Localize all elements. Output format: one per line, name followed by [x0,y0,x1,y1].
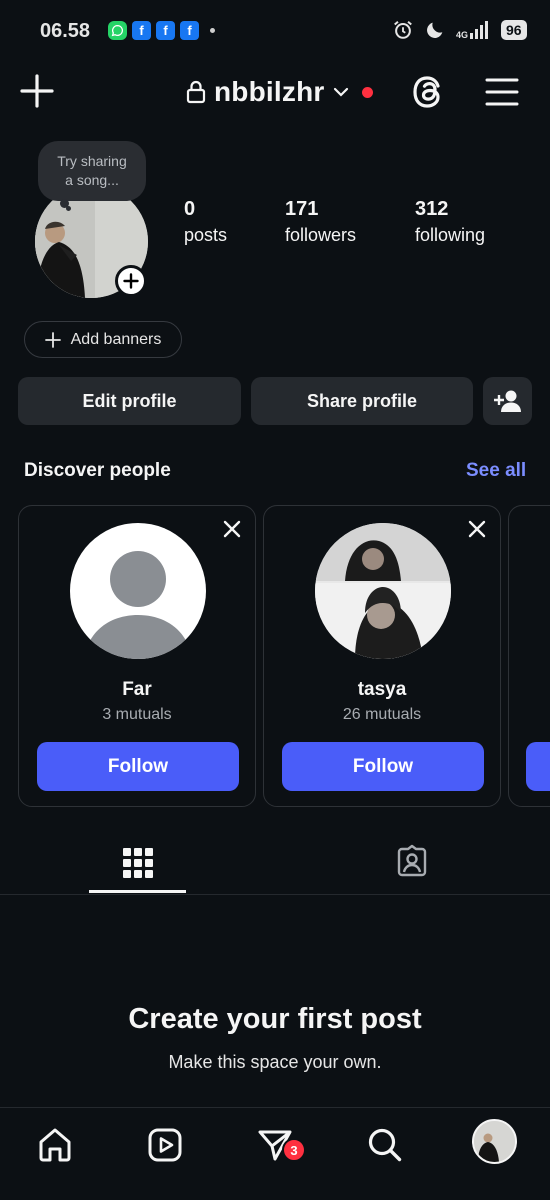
lock-icon [186,80,206,104]
notification-icons: f f f [108,21,215,40]
threads-button[interactable] [408,72,448,112]
network-type-label: 4G [456,30,469,40]
following-label: following [415,225,486,245]
suggestion-card-partial[interactable] [508,505,550,807]
follow-button[interactable]: Follow [37,742,239,791]
suggestion-mutuals: 26 mutuals [342,706,422,723]
followers-stat[interactable]: 171 followers [285,198,356,246]
plus-icon [20,74,54,108]
default-avatar-icon [70,523,206,659]
share-profile-button[interactable]: Share profile [251,377,473,425]
facebook-icon: f [180,21,199,40]
alarm-icon [394,20,412,39]
suggestion-photo [315,523,451,659]
plus-icon [123,273,139,289]
menu-button[interactable] [484,74,520,110]
add-banners-label: Add banners [70,330,162,348]
battery-indicator: 96 [501,20,527,40]
hamburger-menu-icon [485,78,519,106]
bottom-nav [0,1108,550,1200]
profile-photo-small [474,1121,515,1162]
tabs-divider [0,894,550,895]
following-stat[interactable]: 312 following [415,198,485,246]
suggestion-avatar[interactable] [70,523,206,659]
suggestion-name: tasya [357,679,407,700]
tagged-person-icon [397,844,426,877]
suggestion-name: Far [122,679,152,700]
plus-icon [44,331,61,348]
unread-indicator-dot [362,86,374,98]
note-bubble[interactable]: Try sharing a song... [38,141,146,201]
facebook-icon: f [132,21,151,40]
empty-state-title: Create your first post [128,1003,422,1035]
home-icon [39,1128,71,1162]
suggestion-card[interactable]: Far 3 mutuals Follow [18,505,256,807]
tab-tagged[interactable] [363,833,460,889]
posts-count: 0 [184,198,196,220]
note-bubble-tail [66,206,71,211]
chevron-down-icon [334,87,349,97]
suggestion-card[interactable]: tasya 26 mutuals Follow [263,505,501,807]
posts-stat[interactable]: 0 posts [184,198,227,246]
close-icon[interactable] [223,520,241,538]
close-icon[interactable] [468,520,486,538]
threads-icon [413,76,440,108]
suggestion-mutuals: 3 mutuals [102,706,172,723]
grid-icon [122,848,153,878]
suggestion-avatar[interactable] [315,523,451,659]
system-icons: 4G 96 [392,19,527,41]
account-switcher[interactable]: nbbilzhr [186,74,374,110]
whatsapp-icon [108,21,127,40]
discover-people-title: Discover people [24,460,171,481]
followers-label: followers [285,225,357,245]
new-post-button[interactable] [18,72,56,110]
messages-badge: 3 [282,1138,306,1162]
status-time: 06.58 [40,20,91,42]
tab-posts-grid[interactable] [89,833,186,893]
signal-icon [470,21,489,39]
search-icon [368,1128,402,1162]
active-tab-indicator [89,890,186,893]
followers-count: 171 [285,198,319,220]
note-prompt-text: Try sharing a song... [57,153,127,188]
nav-search[interactable] [362,1122,408,1168]
follow-button-partial[interactable] [526,742,550,791]
following-count: 312 [415,198,449,220]
follow-button[interactable]: Follow [282,742,484,791]
empty-state-subtitle: Make this space your own. [168,1052,382,1072]
status-bar: 06.58 f f f 4G 96 [0,0,550,62]
posts-label: posts [184,225,228,245]
add-person-icon [493,390,521,412]
nav-reels[interactable] [142,1122,188,1168]
nav-profile-avatar[interactable] [472,1119,517,1164]
add-story-button[interactable] [115,265,147,297]
reels-icon [148,1128,182,1162]
username: nbbilzhr [214,76,325,107]
edit-profile-button[interactable]: Edit profile [18,377,241,425]
do-not-disturb-moon-icon [427,22,443,38]
discover-people-button[interactable] [483,377,532,425]
see-all-link[interactable]: See all [466,460,526,482]
nav-home[interactable] [32,1122,78,1168]
facebook-icon: f [156,21,175,40]
more-notifications-icon [210,28,215,33]
add-banners-button[interactable]: Add banners [24,321,182,358]
